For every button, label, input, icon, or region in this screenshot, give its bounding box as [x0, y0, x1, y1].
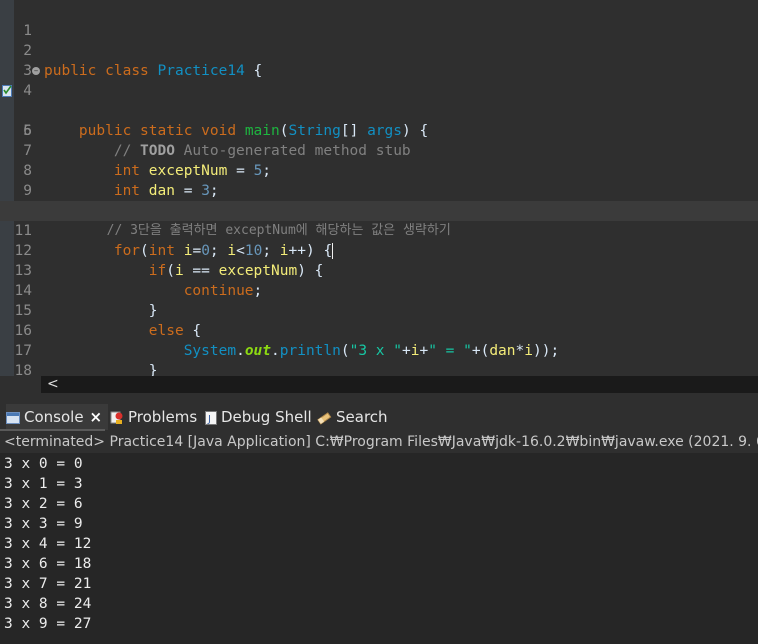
code-line-3: 3: [0, 41, 758, 79]
close-icon[interactable]: ×: [90, 404, 103, 430]
console-tab-bar: Console × Problems J Debug Shell Search: [0, 400, 758, 431]
scroll-left-icon[interactable]: <: [47, 376, 59, 393]
code-line-15: 15 else {: [0, 281, 758, 339]
code-line-11: 11 for(int i=0; i<10; i++) {: [0, 201, 758, 259]
terminated-status-text: <terminated> Practice14 [Java Applicatio…: [4, 434, 758, 450]
console-icon: [6, 411, 20, 424]
console-line: 3 x 0 = 0: [4, 456, 83, 472]
code-line-17: 17 }: [0, 321, 758, 376]
tab-problems[interactable]: Problems: [110, 404, 197, 430]
console-status: <terminated> Practice14 [Java Applicatio…: [0, 431, 758, 453]
editor-lines: 1 2 public class Practice14 { 3 4 − publ…: [0, 1, 758, 376]
fold-collapse-icon[interactable]: −: [32, 67, 40, 75]
console-line: 3 x 8 = 24: [4, 596, 92, 612]
code-line-9: 9: [0, 161, 758, 199]
scroll-corner: [0, 376, 41, 393]
code-line-2: 2 public class Practice14 {: [0, 21, 758, 79]
debug-shell-icon: J: [205, 410, 217, 425]
horizontal-scrollbar[interactable]: <: [41, 376, 758, 393]
tab-console[interactable]: Console ×: [6, 404, 109, 430]
code-line-7: 7 int exceptNum = 5;: [0, 121, 758, 179]
console-line: 3 x 3 = 9: [4, 516, 83, 532]
code-line-19: 19: [0, 361, 758, 376]
console-line: 3 x 2 = 6: [4, 496, 83, 512]
code-line-13: 13 continue;: [0, 241, 758, 299]
console-line: 3 x 6 = 18: [4, 556, 92, 572]
code-editor[interactable]: 1 2 public class Practice14 { 3 4 − publ…: [0, 0, 758, 376]
task-marker-icon[interactable]: [2, 84, 13, 97]
console-line: 3 x 1 = 3: [4, 476, 83, 492]
tab-label: Console: [24, 408, 84, 426]
code-line-4: 4 − public static void main(String[] arg…: [0, 61, 758, 139]
tab-label: Problems: [128, 408, 198, 426]
code-line-10: 10 // 3단을 출력하면 exceptNum에 해당하는 값은 생략하기: [0, 181, 758, 238]
svg-text:J: J: [207, 414, 211, 425]
code-line-14: 14 }: [0, 261, 758, 319]
code-line-12: 12 if(i == exceptNum) {: [0, 221, 758, 279]
console-line: 3 x 9 = 27: [4, 616, 92, 632]
console-output[interactable]: 3 x 0 = 0 3 x 1 = 3 3 x 2 = 6 3 x 3 = 9 …: [0, 453, 758, 644]
code-line-18: 18 }: [0, 341, 758, 376]
eclipse-window: 1 2 public class Practice14 { 3 4 − publ…: [0, 0, 758, 644]
tab-label: Search: [336, 408, 388, 426]
problems-icon: [110, 411, 123, 424]
console-line: 3 x 7 = 21: [4, 576, 92, 592]
code-line-8: 8 int dan = 3;: [0, 141, 758, 199]
code-line-5: 5 // TODO Auto-generated method stub: [0, 81, 758, 159]
code-line-6: 6: [0, 101, 758, 139]
tab-label: Debug Shell: [221, 408, 312, 426]
tab-search[interactable]: Search: [316, 404, 388, 430]
code-line-16: 16 System.out.println("3 x "+i+" = "+(da…: [0, 301, 758, 359]
tab-debug-shell[interactable]: J Debug Shell: [205, 404, 312, 430]
code-line-1: 1: [0, 1, 758, 39]
console-line: 3 x 4 = 12: [4, 536, 92, 552]
panel-divider: [0, 393, 758, 400]
search-icon: [317, 411, 332, 425]
